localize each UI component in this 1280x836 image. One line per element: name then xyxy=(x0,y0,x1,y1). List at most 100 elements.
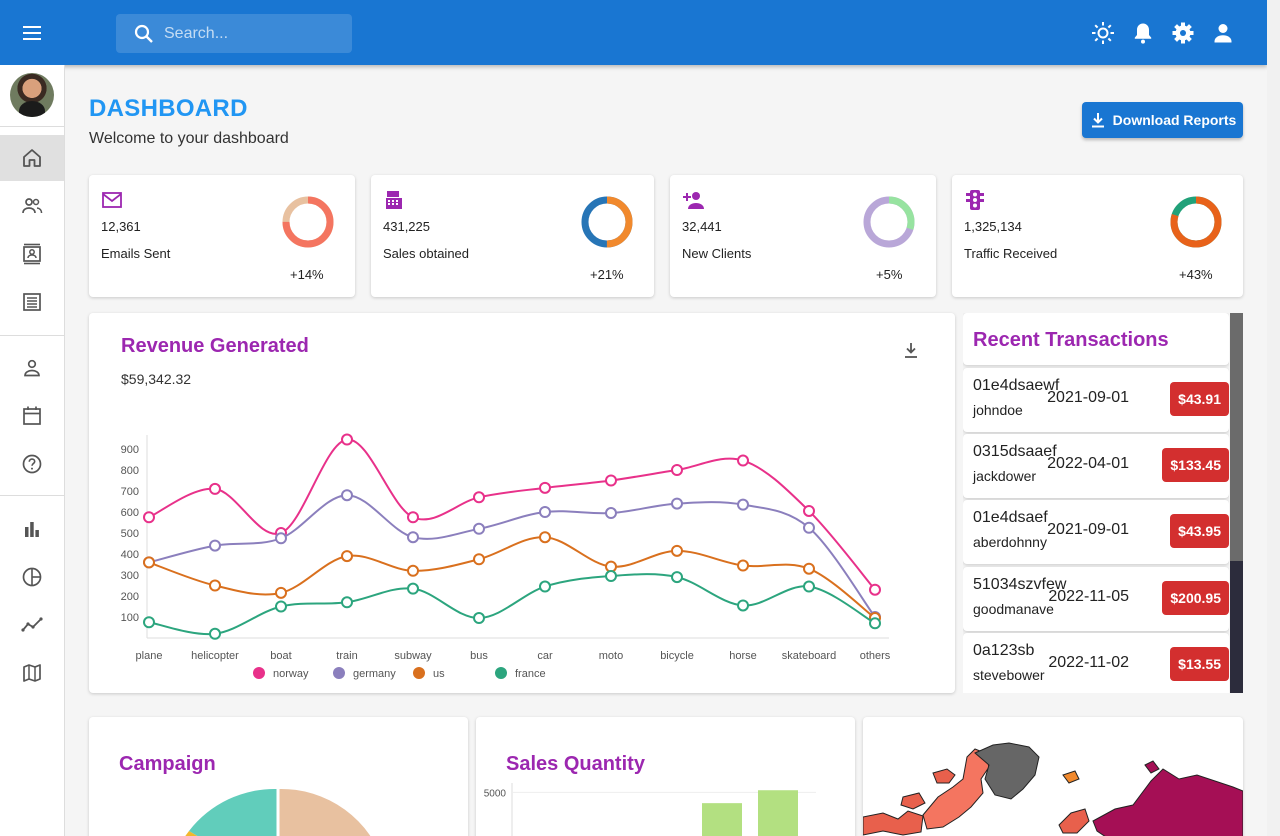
data-point-france xyxy=(275,600,287,613)
data-point-germany xyxy=(539,506,551,518)
download-reports-button[interactable]: Download Reports xyxy=(1082,102,1243,138)
x-tick-label: moto xyxy=(599,650,623,662)
series-line-france xyxy=(148,573,876,636)
transactions-scrollbar[interactable] xyxy=(1230,313,1243,693)
transaction-row[interactable]: 01e4dsaef aberdohnny 2021-09-01 $43.95 xyxy=(963,500,1229,564)
transaction-cost: $200.95 xyxy=(1162,581,1229,615)
transaction-user: stevebower xyxy=(973,667,1045,683)
y-tick-label: 300 xyxy=(121,570,139,582)
y-tick-label: 200 xyxy=(121,591,139,603)
transaction-row[interactable]: 51034szvfew goodmanave 2022-11-05 $200.9… xyxy=(963,567,1229,631)
progress-circle xyxy=(1170,196,1222,248)
help-icon[interactable] xyxy=(0,441,64,487)
data-point-us xyxy=(737,559,749,572)
data-point-us xyxy=(209,579,221,592)
map-icon[interactable] xyxy=(0,650,64,696)
download-reports-label: Download Reports xyxy=(1112,112,1237,128)
transaction-row[interactable]: 01e4dsaewf johndoe 2021-09-01 $43.91 xyxy=(963,368,1229,432)
email-icon xyxy=(102,192,122,208)
main-content: DASHBOARD Welcome to your dashboard Down… xyxy=(65,65,1267,836)
person-icon[interactable] xyxy=(1210,20,1236,46)
transaction-row[interactable]: 0a123sb stevebower 2022-11-02 $13.55 xyxy=(963,633,1229,693)
page-scrollbar[interactable] xyxy=(1267,0,1280,836)
search-input[interactable] xyxy=(164,14,344,53)
data-point-france xyxy=(803,580,815,593)
transaction-user: goodmanave xyxy=(973,601,1054,617)
data-point-france xyxy=(539,580,551,593)
data-point-norway xyxy=(605,474,617,487)
transaction-id: 01e4dsaef xyxy=(973,509,1048,526)
stat-label: Traffic Received xyxy=(964,246,1058,261)
x-tick-label: car xyxy=(537,650,553,662)
data-point-france xyxy=(341,596,353,609)
calendar-icon[interactable] xyxy=(0,393,64,439)
transaction-cost: $43.95 xyxy=(1170,514,1229,548)
bar-chart-icon[interactable] xyxy=(0,506,64,552)
sales-quantity-card: Sales Quantity 45005000 xyxy=(476,717,855,836)
page-title: DASHBOARD xyxy=(89,95,248,122)
transaction-date: 2022-11-05 xyxy=(1048,588,1129,605)
transaction-user: johndoe xyxy=(973,402,1023,418)
y-tick-label: 100 xyxy=(121,612,139,624)
team-icon[interactable] xyxy=(0,183,64,229)
transaction-cost: $133.45 xyxy=(1162,448,1229,482)
stat-label: Sales obtained xyxy=(383,246,470,261)
data-point-us xyxy=(539,531,551,544)
y-tick-label: 600 xyxy=(121,507,139,519)
x-tick-label: helicopter xyxy=(191,650,239,662)
home-icon[interactable] xyxy=(0,135,64,181)
divider xyxy=(0,126,64,127)
data-point-us xyxy=(275,586,287,599)
menu-icon[interactable] xyxy=(14,17,50,49)
legend-label: us xyxy=(433,668,445,680)
settings-icon[interactable] xyxy=(1170,20,1196,46)
contacts-icon[interactable] xyxy=(0,231,64,277)
y-tick-label: 800 xyxy=(121,465,139,477)
data-point-germany xyxy=(473,522,485,535)
data-point-germany xyxy=(209,539,221,552)
data-point-france xyxy=(143,616,155,629)
legend-dot-us xyxy=(413,667,425,679)
transactions-title: Recent Transactions xyxy=(973,329,1169,351)
data-point-norway xyxy=(143,511,155,524)
transaction-date: 2022-11-02 xyxy=(1048,654,1129,671)
progress-circle xyxy=(581,196,633,248)
recent-transactions: Recent Transactions 01e4dsaewf johndoe 2… xyxy=(963,313,1229,693)
legend-label: france xyxy=(515,668,546,680)
timeline-icon[interactable] xyxy=(0,602,64,648)
y-tick-label: 700 xyxy=(121,486,139,498)
y-tick-label: 500 xyxy=(121,528,139,540)
y-tick-label: 400 xyxy=(121,549,139,561)
notifications-icon[interactable] xyxy=(1130,20,1156,46)
data-point-germany xyxy=(605,507,617,520)
stat-card-clients: 32,441 New Clients +5% xyxy=(670,175,936,297)
data-point-france xyxy=(671,571,683,584)
revenue-line-chart: 100 200 300 400 500 600 700 800 900 plane helicopt… xyxy=(121,433,891,680)
data-point-us xyxy=(341,550,353,563)
bar xyxy=(702,803,742,836)
traffic-icon xyxy=(966,190,984,210)
x-tick-label: plane xyxy=(136,650,163,662)
data-point-norway xyxy=(803,504,815,517)
geography-map xyxy=(863,742,1243,836)
stat-value: 12,361 xyxy=(101,219,141,234)
transactions-header: Recent Transactions xyxy=(963,313,1229,365)
pie-chart-icon[interactable] xyxy=(0,554,64,600)
scrollbar-thumb[interactable] xyxy=(1230,313,1243,561)
campaign-card: Campaign xyxy=(89,717,468,836)
data-point-france xyxy=(209,627,221,640)
invoices-icon[interactable] xyxy=(0,279,64,325)
transaction-row[interactable]: 0315dsaaef jackdower 2022-04-01 $133.45 xyxy=(963,434,1229,498)
sidebar xyxy=(0,65,65,836)
profile-form-icon[interactable] xyxy=(0,345,64,391)
data-point-germany xyxy=(803,521,815,534)
data-point-germany xyxy=(671,497,683,510)
data-point-us xyxy=(143,556,155,569)
x-tick-label: skateboard xyxy=(782,650,836,662)
stat-change: +43% xyxy=(1179,267,1213,282)
avatar[interactable] xyxy=(10,73,54,117)
series-line-germany xyxy=(148,494,876,618)
data-point-germany xyxy=(275,532,287,545)
light-mode-icon[interactable] xyxy=(1090,20,1116,46)
legend-label: norway xyxy=(273,668,309,680)
